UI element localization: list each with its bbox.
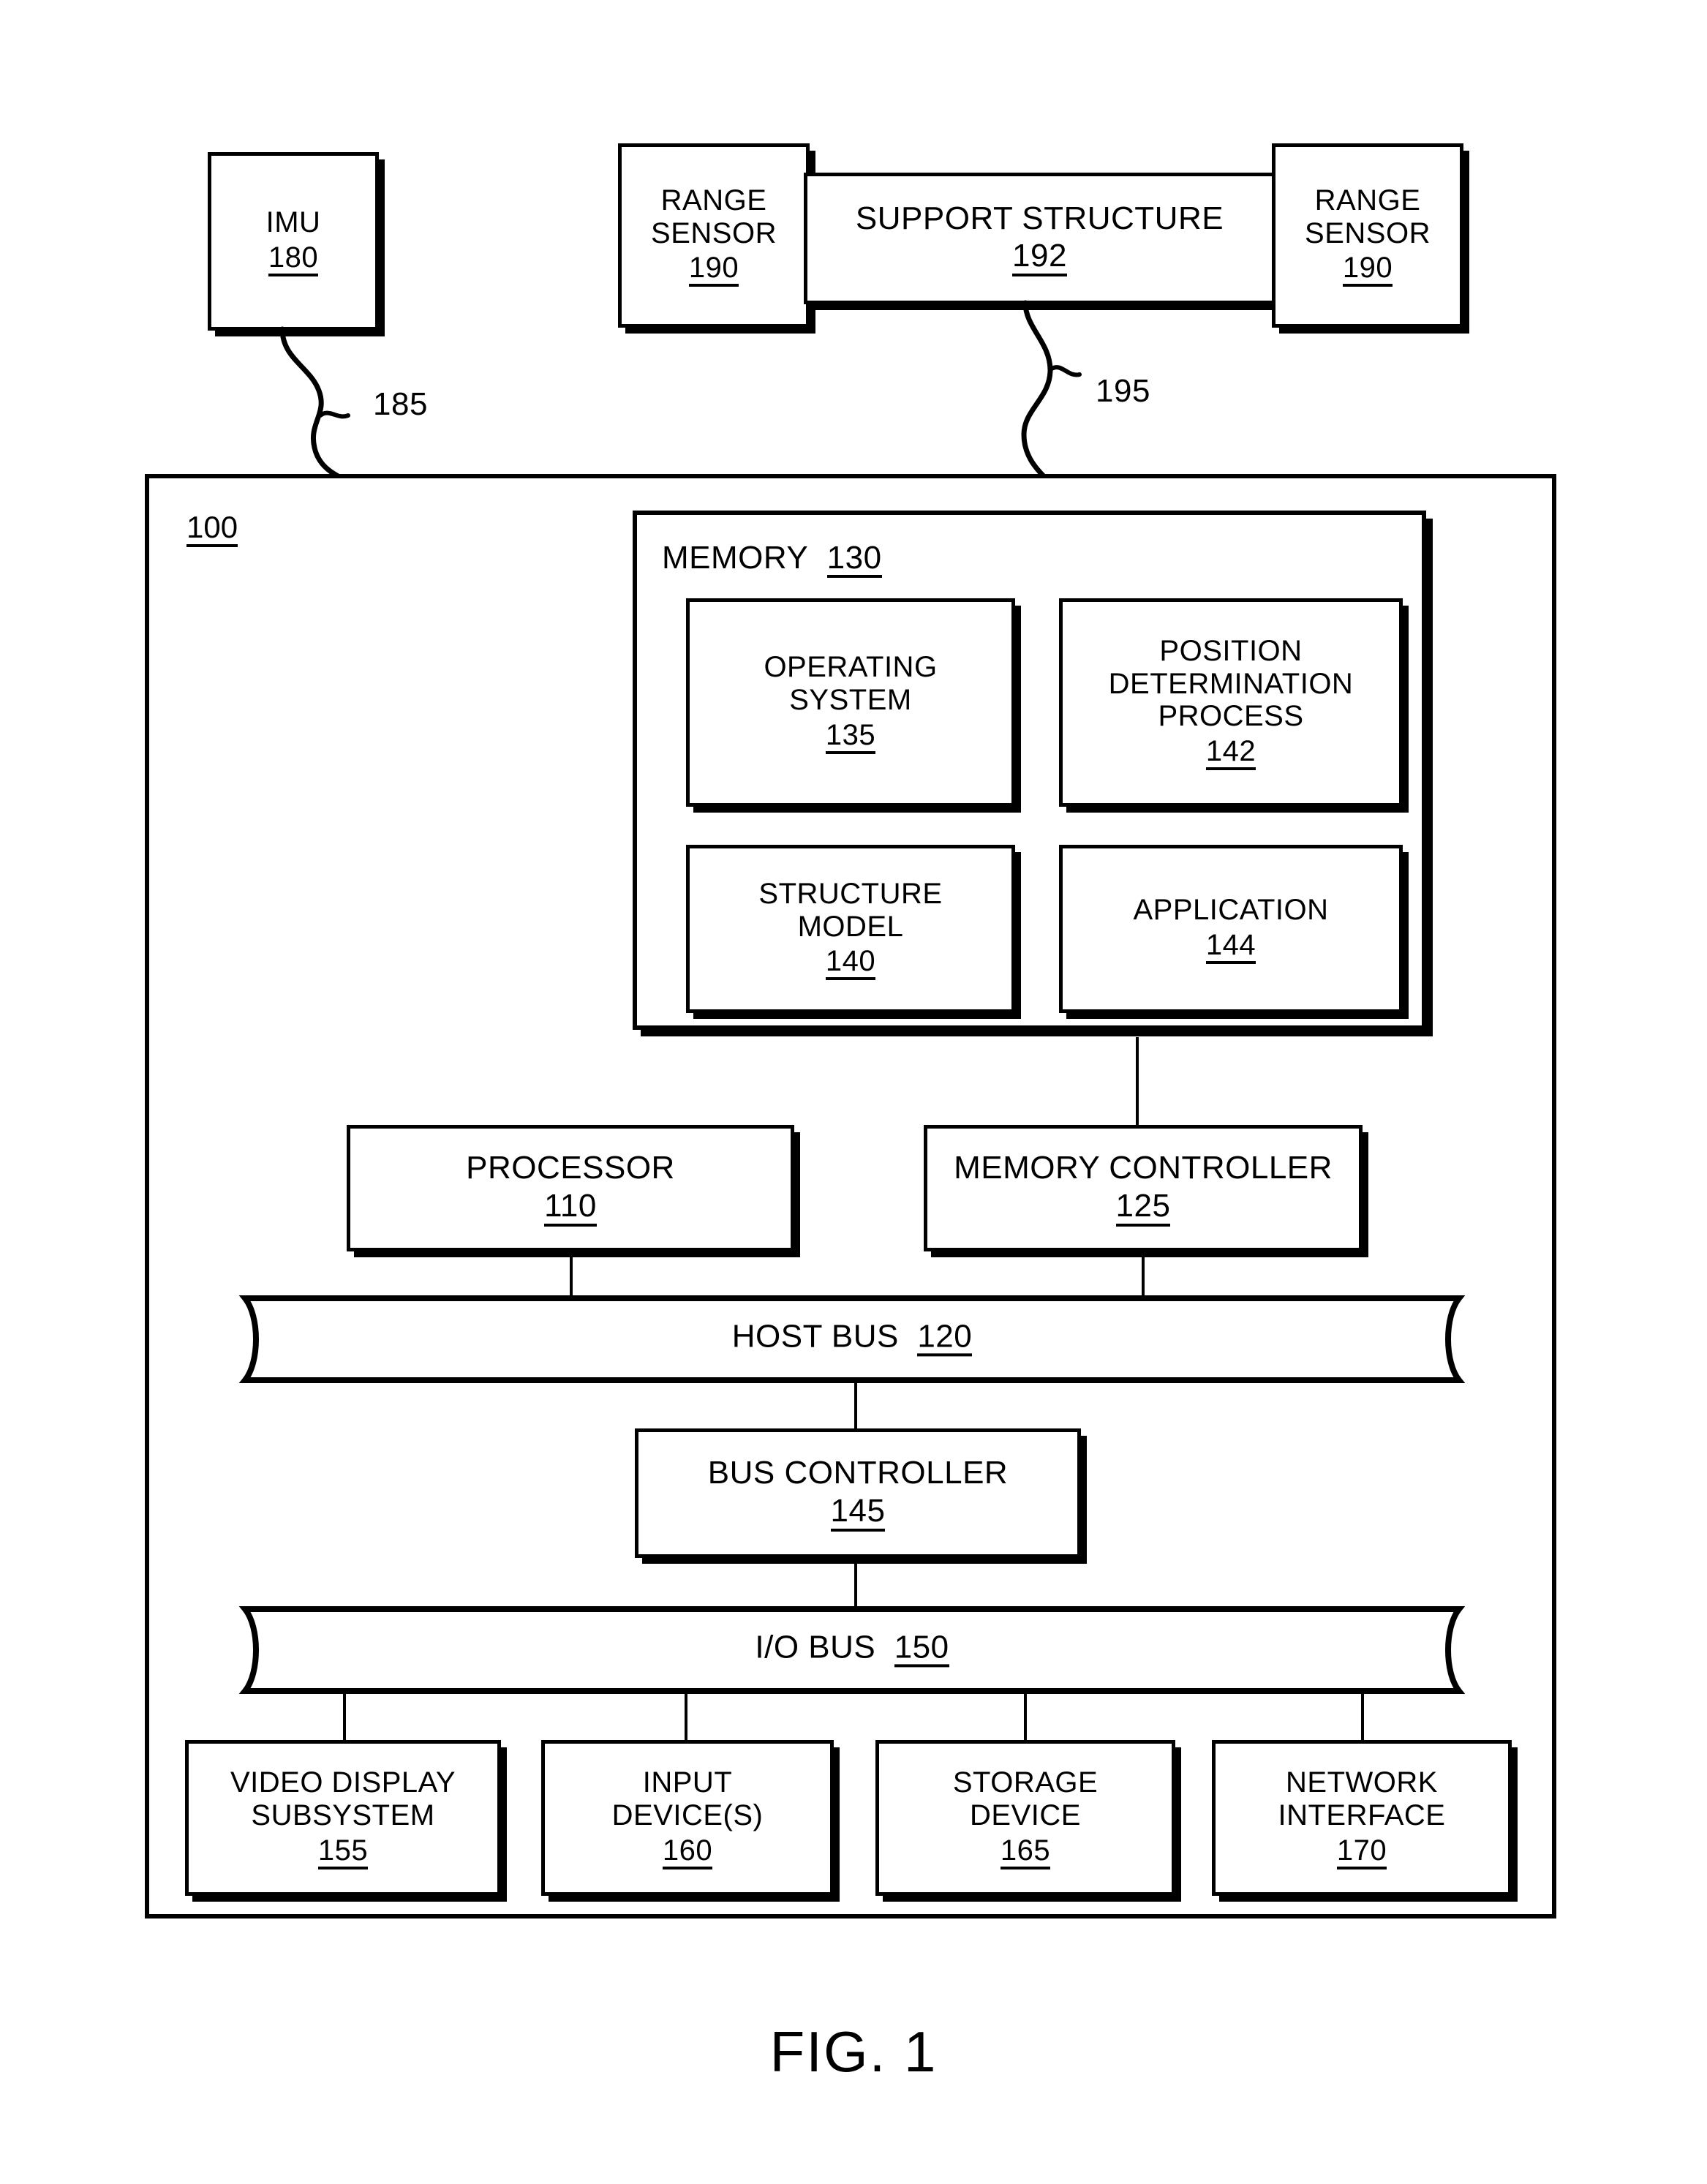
memory-controller-label: MEMORY CONTROLLER [954, 1150, 1333, 1186]
position-determination-process-ref: 142 [1205, 736, 1256, 771]
iobus-to-network-interface-line [1361, 1690, 1364, 1741]
support-structure-label: SUPPORT STRUCTURE [855, 200, 1224, 236]
io-bus-label-wrap: I/O BUS 150 [238, 1629, 1466, 1668]
range-sensor-right-box: RANGE SENSOR 190 [1272, 143, 1463, 328]
video-display-subsystem-box: VIDEO DISPLAY SUBSYSTEM 155 [185, 1740, 501, 1896]
figure-caption: FIG. 1 [769, 2019, 938, 2084]
processor-ref: 110 [544, 1189, 597, 1227]
application-ref: 144 [1205, 930, 1256, 964]
range-sensor-right-ref: 190 [1342, 252, 1393, 287]
io-bus-ref: 150 [894, 1631, 949, 1668]
io-bus-label: I/O BUS [755, 1629, 876, 1665]
imu-ref: 180 [268, 242, 319, 276]
io-bus-bar: I/O BUS 150 [238, 1605, 1466, 1695]
bus-controller-label: BUS CONTROLLER [707, 1455, 1009, 1491]
imu-label: IMU [265, 206, 321, 239]
application-label: APPLICATION [1133, 894, 1329, 927]
memory-controller-box: MEMORY CONTROLLER 125 [924, 1125, 1363, 1251]
application-box: APPLICATION 144 [1059, 845, 1403, 1013]
structure-model-ref: 140 [825, 946, 876, 981]
operating-system-box: OPERATING SYSTEM 135 [686, 598, 1015, 807]
memory-title-text: MEMORY [662, 540, 809, 576]
bus-controller-ref: 145 [830, 1494, 886, 1532]
hostbus-to-buscontroller-line [854, 1379, 857, 1430]
range-sensor-left-box: RANGE SENSOR 190 [618, 143, 810, 328]
memory-title: MEMORY 130 [662, 540, 882, 578]
support-structure-box: SUPPORT STRUCTURE 192 [804, 173, 1275, 304]
structure-model-label: STRUCTURE MODEL [758, 877, 943, 943]
processor-label: PROCESSOR [466, 1150, 675, 1186]
host-bus-bar: HOST BUS 120 [238, 1295, 1466, 1384]
video-display-subsystem-ref: 155 [317, 1835, 369, 1869]
network-interface-box: NETWORK INTERFACE 170 [1212, 1740, 1512, 1896]
support-structure-ref: 192 [1012, 238, 1067, 277]
memory-to-controller-line [1136, 1037, 1139, 1125]
system-ref-label: 100 [186, 512, 238, 547]
range-sensor-left-ref: 190 [688, 252, 739, 287]
memory-controller-ref: 125 [1115, 1189, 1171, 1227]
operating-system-label: OPERATING SYSTEM [764, 651, 938, 716]
input-devices-ref: 160 [662, 1835, 713, 1869]
range-sensor-left-label: RANGE SENSOR [651, 184, 777, 249]
structure-model-box: STRUCTURE MODEL 140 [686, 845, 1015, 1013]
position-determination-process-label: POSITION DETERMINATION PROCESS [1108, 634, 1354, 733]
input-devices-box: INPUT DEVICE(S) 160 [541, 1740, 834, 1896]
support-connector-ref: 195 [1096, 373, 1150, 409]
position-determination-process-box: POSITION DETERMINATION PROCESS 142 [1059, 598, 1403, 807]
network-interface-ref: 170 [1336, 1835, 1387, 1869]
iobus-to-video-display-line [343, 1690, 346, 1741]
patent-figure: IMU 180 RANGE SENSOR 190 SUPPORT STRUCTU… [0, 0, 1707, 2184]
host-bus-label-wrap: HOST BUS 120 [238, 1318, 1466, 1357]
video-display-subsystem-label: VIDEO DISPLAY SUBSYSTEM [230, 1766, 456, 1831]
storage-device-ref: 165 [1000, 1835, 1051, 1869]
operating-system-ref: 135 [825, 720, 876, 754]
network-interface-label: NETWORK INTERFACE [1278, 1766, 1446, 1831]
bus-controller-box: BUS CONTROLLER 145 [635, 1428, 1081, 1558]
imu-connector-ref: 185 [373, 386, 428, 422]
imu-box: IMU 180 [208, 152, 379, 331]
processor-box: PROCESSOR 110 [347, 1125, 794, 1251]
iobus-to-input-devices-line [685, 1690, 687, 1741]
iobus-to-storage-device-line [1024, 1690, 1027, 1741]
host-bus-label: HOST BUS [731, 1318, 899, 1355]
range-sensor-right-label: RANGE SENSOR [1305, 184, 1431, 249]
memory-ref: 130 [826, 542, 882, 578]
input-devices-label: INPUT DEVICE(S) [611, 1766, 764, 1831]
host-bus-ref: 120 [917, 1320, 973, 1357]
storage-device-box: STORAGE DEVICE 165 [875, 1740, 1175, 1896]
storage-device-label: STORAGE DEVICE [952, 1766, 1099, 1831]
